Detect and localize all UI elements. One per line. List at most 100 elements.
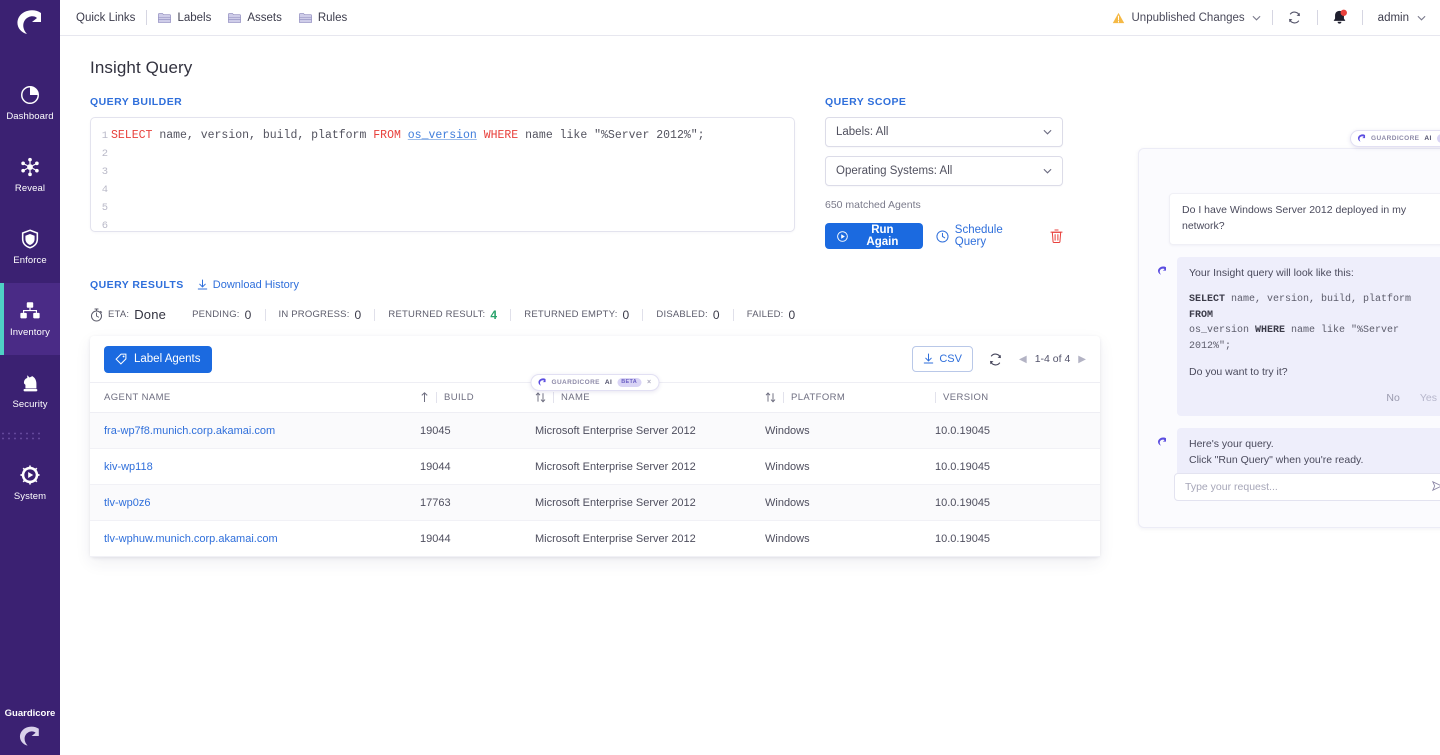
delete-query-button[interactable] [1050,229,1063,243]
notifications-button[interactable] [1329,7,1351,29]
folder-icon [158,12,171,23]
quick-link-rules[interactable]: Rules [299,12,347,24]
run-again-button[interactable]: Run Again [825,223,923,249]
ai-code-from: FROM [1189,310,1213,321]
status-disabled: DISABLED: 0 [643,308,732,322]
shield-icon [19,228,41,250]
column-label: Build [444,392,474,403]
table-refresh-button[interactable] [985,348,1007,370]
sidebar-item-dashboard[interactable]: Dashboard [0,67,60,139]
schedule-query-button[interactable]: Schedule Query [936,224,1037,248]
status-eta: ETA: Done [90,307,179,322]
ai-bot-intro: Your Insight query will look like this: [1189,266,1437,282]
table-row[interactable]: tlv-wphuw.munich.corp.akamai.com 19044 M… [90,521,1100,557]
column-header-version[interactable]: Version [935,383,1100,413]
code-line: 1 SELECT name, version, build, platform … [91,127,794,145]
status-returned-result: RETURNED RESULT: 4 [375,308,510,322]
download-history-button[interactable]: Download History [197,279,299,291]
ai-chip-ai: AI [605,379,612,386]
line-number: 1 [91,127,111,145]
table-row[interactable]: fra-wp7f8.munich.corp.akamai.com 19045 M… [90,413,1100,449]
column-header-build[interactable]: Build [420,383,535,413]
agent-link[interactable]: tlv-wphuw.munich.corp.akamai.com [104,533,278,545]
sql-keyword-where: WHERE [484,129,519,142]
pagination-next-button[interactable]: ▶ [1078,354,1086,365]
status-key: RETURNED RESULT: [388,309,485,320]
ai-bot-bubble: Your Insight query will look like this: … [1177,257,1440,416]
guardicore-footer-icon [18,725,42,747]
cell-build: 19044 [420,449,535,485]
ai-request-input[interactable] [1174,473,1440,501]
guardicore-ai-chip[interactable]: GUARDICORE AI BETA × [1350,130,1440,147]
send-icon[interactable] [1431,480,1440,492]
sidebar-item-label: Security [12,399,47,410]
labels-select[interactable]: Labels: All [825,117,1063,147]
cell-agent-name: tlv-wp0z6 [90,485,420,521]
csv-label: CSV [939,353,962,365]
ai-yes-no-row: No Yes [1189,391,1437,407]
stopwatch-icon [90,308,103,322]
quick-link-labels[interactable]: Labels [158,12,211,24]
code-line: 3 [91,163,794,181]
sql-editor[interactable]: 1 SELECT name, version, build, platform … [90,117,795,232]
agent-link[interactable]: tlv-wp0z6 [104,497,150,509]
status-value: 0 [245,308,252,322]
ai-input-wrapper [1174,473,1440,501]
query-builder-column: Query Builder 1 SELECT name, version, bu… [90,96,795,249]
label-agents-button[interactable]: Label Agents [104,346,212,373]
status-in-progress: IN PROGRESS: 0 [266,308,375,322]
quick-link-assets[interactable]: Assets [228,12,282,24]
unpublished-changes-button[interactable]: Unpublished Changes [1112,12,1261,24]
agent-link[interactable]: fra-wp7f8.munich.corp.akamai.com [104,425,275,437]
table-row[interactable]: kiv-wp118 19044 Microsoft Enterprise Ser… [90,449,1100,485]
bell-icon [1331,9,1348,26]
sidebar-item-label: System [14,491,46,502]
pagination-prev-button[interactable]: ◀ [1019,354,1027,365]
divider [1272,10,1273,25]
divider [783,392,784,403]
csv-export-button[interactable]: CSV [912,346,973,372]
pagination: ◀ 1-4 of 4 ▶ [1019,353,1086,365]
sidebar-item-security[interactable]: Security [0,355,60,427]
ai-no-button[interactable]: No [1386,391,1399,407]
sidebar-item-label: Enforce [13,255,46,266]
agent-link[interactable]: kiv-wp118 [104,461,153,473]
close-icon[interactable]: × [646,379,652,386]
status-key: ETA: [108,309,129,320]
sidebar-nav: Dashboard Reveal Enforce [0,67,60,519]
refresh-button[interactable] [1284,7,1306,29]
sql-columns: name, version, build, platform [152,129,373,142]
table-row[interactable]: tlv-wp0z6 17763 Microsoft Enterprise Ser… [90,485,1100,521]
column-label: Version [943,392,989,403]
ai-yes-button[interactable]: Yes [1420,391,1437,407]
guardicore-ai-icon [1157,437,1167,446]
th-wrap: Name [535,392,765,403]
cell-build: 19045 [420,413,535,449]
schedule-query-label: Schedule Query [955,224,1037,248]
table-body: fra-wp7f8.munich.corp.akamai.com 19045 M… [90,413,1100,557]
sidebar-item-inventory[interactable]: Inventory [0,283,60,355]
main-area: Quick Links Labels Assets [60,0,1440,755]
sql-code: SELECT name, version, build, platform FR… [111,127,705,145]
guardicore-logo[interactable] [0,0,60,43]
user-menu[interactable]: admin [1378,12,1426,24]
cell-platform: Windows [765,521,935,557]
sidebar-brand-label: Guardicore [5,708,56,719]
chevron-down-icon [1417,15,1426,21]
cell-platform: Windows [765,449,935,485]
sidebar-item-system[interactable]: System [0,447,60,519]
inventory-icon [19,300,41,322]
divider [1362,10,1363,25]
quick-links-label: Quick Links [76,12,135,24]
quick-link-label: Labels [177,12,211,24]
cell-version: 10.0.19045 [935,485,1100,521]
sidebar-item-enforce[interactable]: Enforce [0,211,60,283]
operating-systems-select[interactable]: Operating Systems: All [825,156,1063,186]
column-header-agent-name[interactable]: Agent Name [90,383,420,413]
ai-messages: Do I have Windows Server 2012 deployed i… [1139,149,1440,477]
status-value: 4 [490,308,497,322]
column-header-platform[interactable]: Platform [765,383,935,413]
guardicore-ai-chip[interactable]: GUARDICORE AI BETA × [531,374,660,391]
sidebar-item-reveal[interactable]: Reveal [0,139,60,211]
reveal-icon [19,156,41,178]
